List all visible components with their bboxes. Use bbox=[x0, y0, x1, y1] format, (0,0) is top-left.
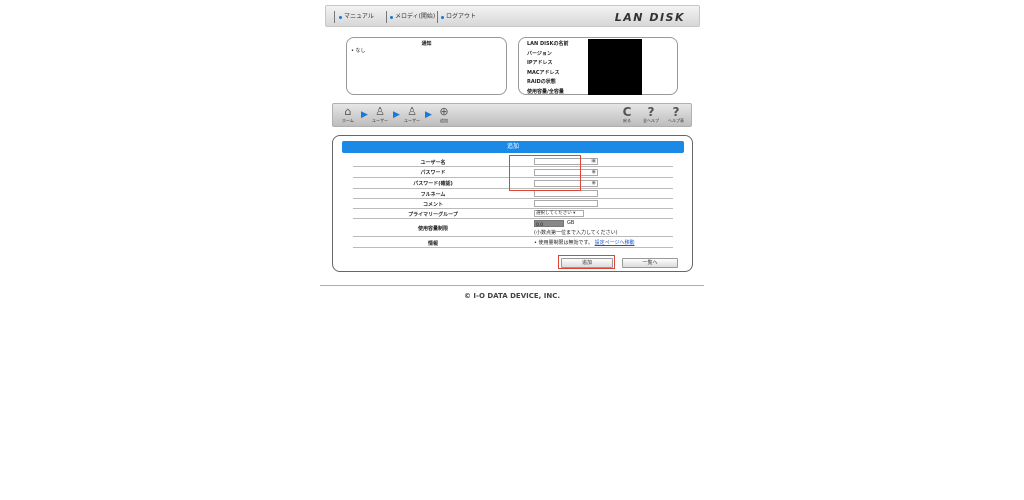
header-separator bbox=[437, 11, 438, 23]
redacted-values bbox=[588, 39, 642, 95]
logout-link[interactable]: ログアウト bbox=[441, 13, 476, 21]
fullname-input[interactable] bbox=[534, 190, 598, 197]
primary-group-row: プライマリーグループ 選択してください ▾ bbox=[353, 209, 673, 219]
form-title: 追加 bbox=[342, 141, 684, 153]
info-label-capacity: 使用容量/全容量 bbox=[527, 88, 564, 95]
eye-icon: ◉ bbox=[591, 180, 596, 186]
info-label-ip: IPアドレス bbox=[527, 60, 553, 66]
arrow-right-icon: ▶ bbox=[393, 110, 400, 120]
notice-panel: 通知 • なし bbox=[346, 37, 507, 95]
home-icon: ⌂ bbox=[344, 105, 352, 118]
add-circle-icon: ⊕ bbox=[439, 105, 449, 118]
info-label-name: LAN DISKの名前 bbox=[527, 41, 569, 47]
crumb-user-2[interactable]: ♙ ユーザー bbox=[403, 106, 421, 124]
info-row: 情報 • 使用量制限は無効です。 設定ページへ移動 bbox=[353, 237, 673, 248]
info-label-version: バージョン bbox=[527, 50, 552, 57]
comment-input[interactable] bbox=[534, 200, 598, 207]
quota-input[interactable]: 0.0 bbox=[534, 220, 564, 228]
notice-item: • なし bbox=[351, 48, 366, 54]
arrow-right-icon: ▶ bbox=[425, 110, 432, 120]
back-button[interactable]: C 戻る bbox=[617, 106, 637, 124]
highlight-password-fields bbox=[509, 155, 581, 191]
comment-row: コメント bbox=[353, 199, 673, 209]
header-separator bbox=[386, 11, 387, 23]
settings-page-link[interactable]: 設定ページへ移動 bbox=[595, 240, 635, 246]
help-icon: ? bbox=[647, 105, 655, 119]
bullet-icon bbox=[339, 15, 342, 19]
quota-hint: (小数点第一位まで入力してください) bbox=[534, 230, 618, 236]
quota-unit: GB bbox=[567, 220, 575, 226]
bullet-icon bbox=[390, 15, 393, 19]
arrow-right-icon: ▶ bbox=[361, 110, 368, 120]
notice-title: 通知 bbox=[421, 41, 432, 47]
keyboard-icon: ▣ bbox=[591, 158, 596, 164]
header-separator bbox=[334, 11, 335, 23]
page-help-button[interactable]: ? ヘルプ表 bbox=[666, 106, 686, 124]
lan-disk-logo: LAN DISK bbox=[614, 11, 685, 24]
eye-icon: ◉ bbox=[591, 169, 596, 175]
info-label-raid: RAIDの状態 bbox=[527, 79, 556, 85]
go-to-list-button[interactable]: 一覧へ bbox=[622, 258, 678, 268]
breadcrumb-bar: ⌂ ホーム ▶ ♙ ユーザー ▶ ♙ ユーザー ▶ ⊕ 追加 C 戻る ? 全ヘ… bbox=[332, 103, 692, 127]
top-header: マニュアル メロディ(開始) ログアウト LAN DISK bbox=[325, 5, 700, 27]
user-icon: ♙ bbox=[407, 105, 417, 118]
footer-divider bbox=[320, 285, 704, 286]
crumb-user[interactable]: ♙ ユーザー bbox=[371, 106, 389, 124]
help-icon: ? bbox=[672, 105, 680, 119]
crumb-add[interactable]: ⊕ 追加 bbox=[435, 106, 453, 124]
back-icon: C bbox=[622, 105, 632, 119]
bullet-icon bbox=[441, 15, 444, 19]
crumb-home[interactable]: ⌂ ホーム bbox=[339, 106, 357, 124]
info-text: • 使用量制限は無効です。 設定ページへ移動 bbox=[534, 240, 635, 246]
user-icon: ♙ bbox=[375, 105, 385, 118]
manual-link[interactable]: マニュアル bbox=[339, 13, 374, 21]
all-help-button[interactable]: ? 全ヘルプ bbox=[641, 106, 661, 124]
system-info-panel: LAN DISKの名前 バージョン IPアドレス MACアドレス RAIDの状態… bbox=[518, 37, 678, 95]
quota-row: 使用容量制限 0.0 GB (小数点第一位まで入力してください) bbox=[353, 219, 673, 237]
primary-group-select[interactable]: 選択してください ▾ bbox=[534, 210, 584, 217]
melody-link[interactable]: メロディ(開始) bbox=[390, 13, 435, 21]
copyright-text: © I-O DATA DEVICE, INC. bbox=[464, 292, 560, 300]
info-label-mac: MACアドレス bbox=[527, 69, 560, 76]
highlight-add-button bbox=[558, 255, 615, 269]
